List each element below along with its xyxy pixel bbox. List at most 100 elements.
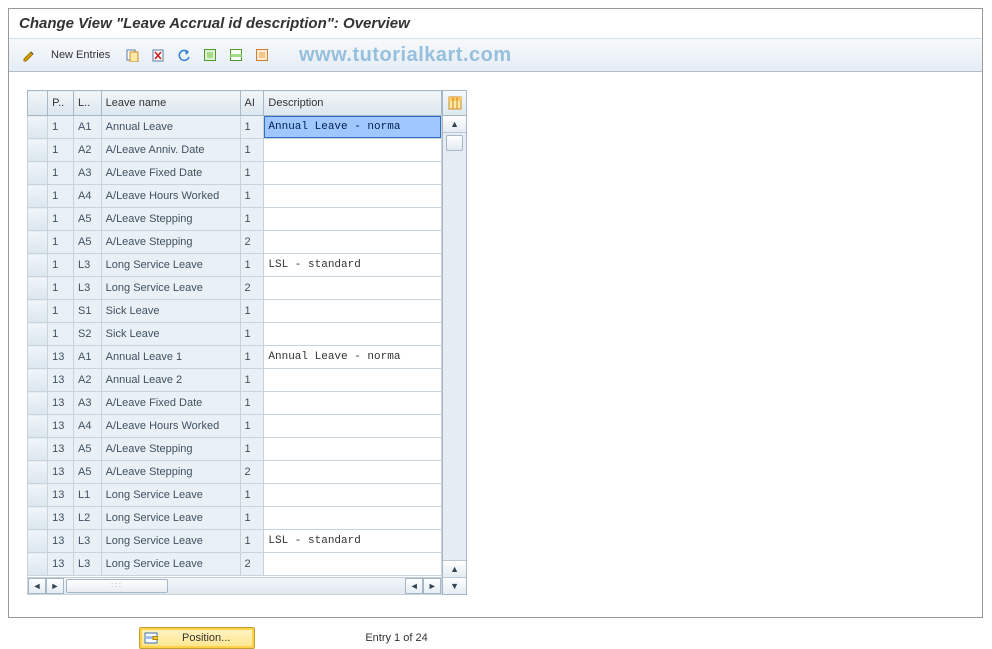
cell-description[interactable] [264,392,442,415]
table-settings-icon[interactable] [442,90,467,116]
application-toolbar: New Entries www.tutorialkart.com [9,38,982,72]
cell-description[interactable] [264,507,442,530]
cell-description[interactable] [264,369,442,392]
row-selector[interactable] [28,438,48,461]
row-selector[interactable] [28,392,48,415]
row-selector[interactable] [28,254,48,277]
cell-l: A5 [74,438,102,461]
scroll-left-icon[interactable]: ◄ [28,578,46,594]
cell-p: 1 [48,162,74,185]
cell-p: 1 [48,254,74,277]
table-row: 1A5A/Leave Stepping1 [28,208,442,231]
row-selector-header[interactable] [28,91,48,116]
row-selector[interactable] [28,415,48,438]
table-row: 13A3A/Leave Fixed Date1 [28,392,442,415]
cell-ai: 1 [240,392,264,415]
row-selector[interactable] [28,507,48,530]
cell-description[interactable] [264,162,442,185]
cell-ai: 1 [240,139,264,162]
cell-ai: 1 [240,438,264,461]
cell-description[interactable] [264,461,442,484]
col-ai[interactable]: AI [240,91,264,116]
page-title: Change View "Leave Accrual id descriptio… [9,9,982,38]
col-p[interactable]: P.. [48,91,74,116]
row-selector[interactable] [28,369,48,392]
horizontal-scrollbar[interactable]: ◄ ► ::: ◄ ► [28,577,441,594]
toggle-change-icon[interactable] [17,44,41,66]
row-selector[interactable] [28,185,48,208]
deselect-all-icon[interactable] [250,44,274,66]
cell-l: A3 [74,162,102,185]
scroll-up-icon[interactable]: ▲ [443,116,466,133]
row-selector[interactable] [28,116,48,139]
cell-description[interactable] [264,484,442,507]
cell-description[interactable]: LSL - standard [264,530,442,553]
scroll-right2-icon[interactable]: ► [423,578,441,594]
row-selector[interactable] [28,346,48,369]
cell-description[interactable] [264,300,442,323]
table-row: 13L3Long Service Leave2 [28,553,442,576]
table-row: 13A1Annual Leave 11Annual Leave - norma [28,346,442,369]
cell-description[interactable] [264,231,442,254]
cell-description[interactable] [264,185,442,208]
cell-p: 1 [48,323,74,346]
cell-p: 13 [48,438,74,461]
cell-leave-name: Sick Leave [101,300,240,323]
vertical-scrollbar[interactable]: ▲ ▲ ▼ [442,116,467,595]
row-selector[interactable] [28,323,48,346]
row-selector[interactable] [28,300,48,323]
cell-description[interactable]: Annual Leave - norma [264,116,442,139]
cell-ai: 1 [240,300,264,323]
row-selector[interactable] [28,461,48,484]
cell-p: 13 [48,415,74,438]
row-selector[interactable] [28,530,48,553]
cell-description[interactable] [264,139,442,162]
col-leave-name[interactable]: Leave name [101,91,240,116]
scroll-thumb[interactable]: ::: [66,579,168,593]
scroll-down-icon[interactable]: ▼ [443,577,466,594]
cell-leave-name: A/Leave Stepping [101,231,240,254]
row-selector[interactable] [28,277,48,300]
cell-description[interactable]: LSL - standard [264,254,442,277]
row-selector[interactable] [28,162,48,185]
cell-p: 1 [48,139,74,162]
cell-p: 13 [48,507,74,530]
scroll-up2-icon[interactable]: ▲ [443,560,466,577]
cell-leave-name: A/Leave Fixed Date [101,162,240,185]
undo-icon[interactable] [172,44,196,66]
scroll-left2-icon[interactable]: ◄ [405,578,423,594]
cell-description[interactable] [264,208,442,231]
cell-description[interactable] [264,553,442,576]
cell-description[interactable]: Annual Leave - norma [264,346,442,369]
select-all-icon[interactable] [198,44,222,66]
col-l[interactable]: L.. [74,91,102,116]
cell-leave-name: A/Leave Stepping [101,208,240,231]
table-row: 1A5A/Leave Stepping2 [28,231,442,254]
row-selector[interactable] [28,484,48,507]
scroll-right-icon[interactable]: ► [46,578,64,594]
row-selector[interactable] [28,231,48,254]
col-description[interactable]: Description [264,91,442,116]
new-entries-button[interactable]: New Entries [43,45,118,65]
cell-leave-name: Sick Leave [101,323,240,346]
entry-counter: Entry 1 of 24 [365,632,427,644]
position-button[interactable]: Position... [139,627,255,649]
cell-l: S2 [74,323,102,346]
select-block-icon[interactable] [224,44,248,66]
cell-description[interactable] [264,323,442,346]
cell-description[interactable] [264,438,442,461]
table-row: 13A5A/Leave Stepping1 [28,438,442,461]
row-selector[interactable] [28,139,48,162]
cell-description[interactable] [264,277,442,300]
cell-ai: 1 [240,208,264,231]
cell-leave-name: Long Service Leave [101,277,240,300]
cell-description[interactable] [264,415,442,438]
cell-l: L3 [74,254,102,277]
copy-as-icon[interactable] [120,44,144,66]
vscroll-thumb[interactable] [446,135,463,151]
table-row: 13L3Long Service Leave1LSL - standard [28,530,442,553]
cell-l: L3 [74,553,102,576]
row-selector[interactable] [28,208,48,231]
delete-icon[interactable] [146,44,170,66]
row-selector[interactable] [28,553,48,576]
